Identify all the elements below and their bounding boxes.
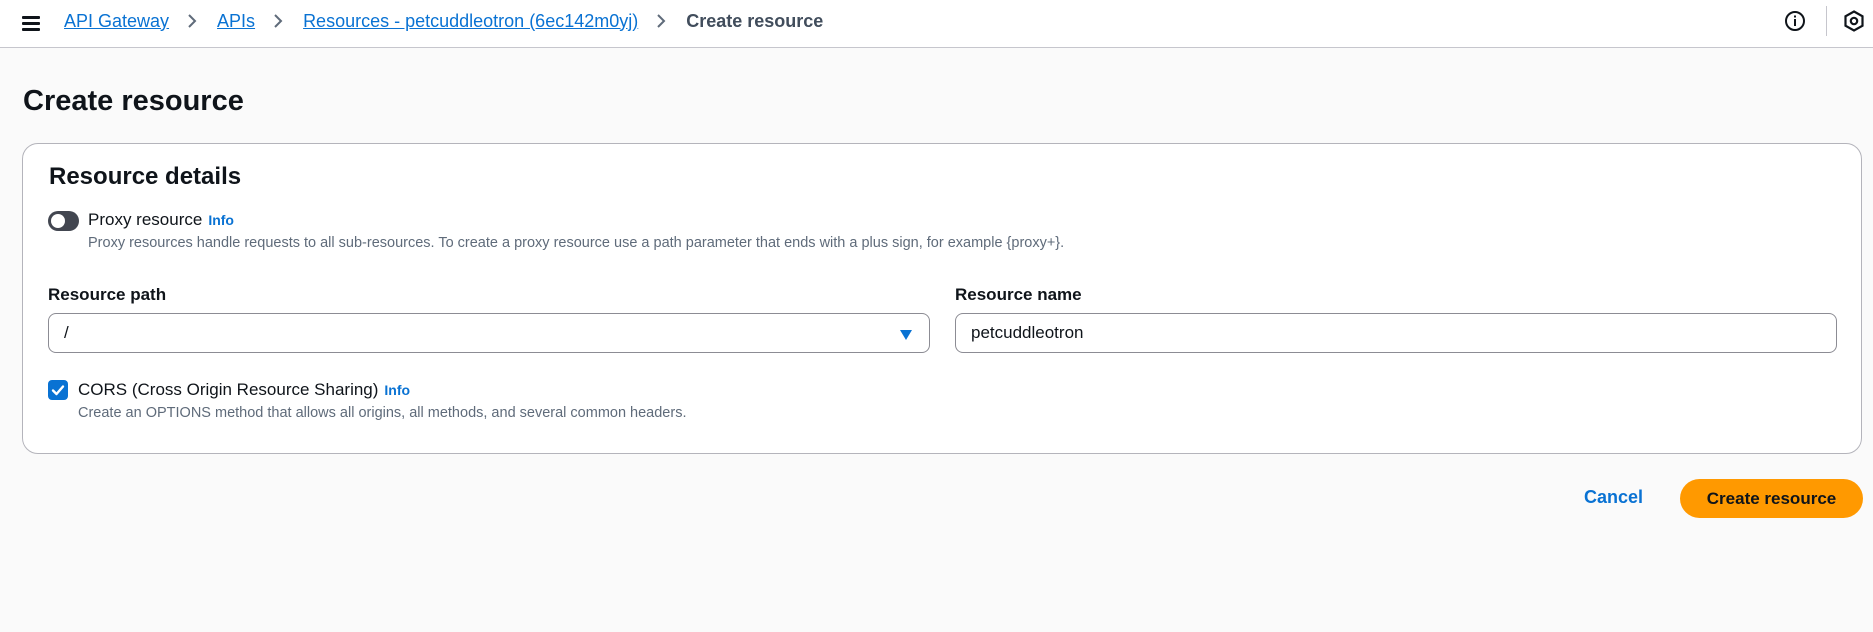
chevron-right-icon bbox=[273, 9, 285, 33]
proxy-resource-label: Proxy resource bbox=[88, 210, 203, 229]
proxy-resource-description: Proxy resources handle requests to all s… bbox=[88, 235, 1065, 251]
top-navigation-bar: API Gateway APIs Resources - petcuddleot… bbox=[0, 0, 1873, 48]
breadcrumb-api-gateway[interactable]: API Gateway bbox=[64, 11, 169, 32]
breadcrumb: API Gateway APIs Resources - petcuddleot… bbox=[64, 9, 823, 33]
resource-name-input[interactable] bbox=[955, 313, 1837, 353]
info-circle-icon[interactable] bbox=[1783, 9, 1807, 33]
create-resource-button[interactable]: Create resource bbox=[1680, 479, 1863, 518]
section-title: Resource details bbox=[49, 163, 242, 190]
cors-info-link[interactable]: Info bbox=[384, 382, 410, 398]
resource-details-panel: Resource details Proxy resource Info Pro… bbox=[22, 143, 1862, 454]
resource-path-select[interactable]: / bbox=[48, 313, 930, 353]
toolbar-divider bbox=[1826, 6, 1827, 36]
caret-down-icon bbox=[899, 328, 913, 340]
proxy-info-link[interactable]: Info bbox=[208, 212, 234, 228]
checkmark-icon bbox=[51, 385, 65, 396]
proxy-resource-toggle[interactable] bbox=[48, 211, 79, 231]
hamburger-menu-icon[interactable] bbox=[18, 10, 44, 36]
breadcrumb-current-page: Create resource bbox=[686, 10, 824, 31]
cancel-button[interactable]: Cancel bbox=[1584, 487, 1643, 509]
settings-hexagon-icon[interactable] bbox=[1842, 9, 1866, 33]
breadcrumb-apis[interactable]: APIs bbox=[217, 11, 255, 32]
toggle-knob bbox=[51, 214, 65, 228]
cors-label: CORS (Cross Origin Resource Sharing) bbox=[78, 380, 379, 399]
cors-checkbox[interactable] bbox=[48, 380, 68, 400]
resource-path-label: Resource path bbox=[48, 285, 167, 304]
breadcrumb-resources[interactable]: Resources - petcuddleotron (6ec142m0yj) bbox=[303, 11, 638, 32]
resource-name-label: Resource name bbox=[955, 285, 1082, 304]
chevron-right-icon bbox=[187, 9, 199, 33]
resource-path-value: / bbox=[64, 323, 69, 342]
cors-label-row: CORS (Cross Origin Resource Sharing) Inf… bbox=[78, 380, 410, 400]
cors-description: Create an OPTIONS method that allows all… bbox=[78, 405, 687, 421]
proxy-resource-label-row: Proxy resource Info bbox=[88, 210, 234, 230]
chevron-right-icon bbox=[656, 9, 668, 33]
page-title: Create resource bbox=[23, 85, 244, 117]
